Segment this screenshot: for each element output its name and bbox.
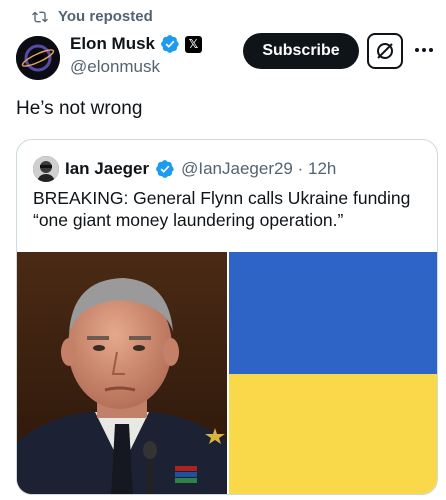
x-affiliate-icon: 𝕏 [185,35,203,53]
repost-label: You reposted [58,8,153,25]
flag-yellow-stripe [229,374,437,494]
author-avatar[interactable] [16,36,60,80]
tweet-text: He’s not wrong [16,98,143,119]
grok-button[interactable] [367,33,403,69]
quoted-tweet-flag-image[interactable] [229,252,437,494]
grok-icon [377,43,393,59]
more-options-button[interactable] [412,40,436,60]
flag-blue-stripe [229,252,437,374]
quoted-author-name: Ian Jaeger [65,159,150,178]
author-handle[interactable]: @elonmusk [70,57,160,77]
quoted-author-avatar[interactable] [33,156,59,182]
quoted-author-handle-time: @IanJaeger29 · 12h [181,159,337,178]
author-name-row: Elon Musk 𝕏 [70,34,203,54]
quoted-tweet-photo[interactable] [17,252,227,494]
repost-icon [32,11,48,22]
verified-badge-icon [156,160,174,178]
subscribe-button[interactable]: Subscribe [243,33,359,69]
quoted-tweet-header: Ian Jaeger @IanJaeger29 · 12h [33,156,336,182]
verified-badge-icon [161,35,179,53]
quoted-tweet-text: BREAKING: General Flynn calls Ukraine fu… [33,188,411,230]
quoted-tweet-card[interactable]: Ian Jaeger @IanJaeger29 · 12h BREAKING: … [16,139,438,495]
repost-indicator: You reposted [32,8,153,25]
more-dots-icon [415,48,419,52]
author-name[interactable]: Elon Musk [70,34,155,54]
